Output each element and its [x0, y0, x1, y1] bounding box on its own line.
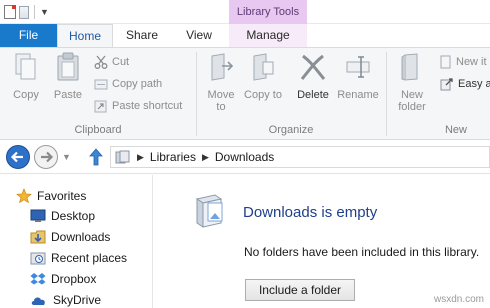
paste-label: Paste — [53, 89, 83, 101]
navigation-bar: ▼ ▶ Libraries ▶ Downloads — [0, 140, 490, 174]
tree-item-label: Dropbox — [51, 272, 97, 286]
move-to-icon — [211, 53, 234, 81]
copy-path-button[interactable]: Copy path — [94, 75, 162, 93]
organize-group-label: Organize — [268, 124, 314, 136]
recent-locations-chevron-icon[interactable]: ▼ — [62, 152, 71, 162]
paste-button[interactable]: Paste — [50, 52, 86, 101]
tree-item-recent-places[interactable]: Recent places — [30, 248, 127, 268]
navigation-pane: Favorites Desktop Downloads Recent place… — [0, 175, 152, 308]
address-bar[interactable]: ▶ Libraries ▶ Downloads — [110, 146, 490, 168]
cloud-icon — [31, 297, 45, 305]
customize-qat-dropdown-icon[interactable]: ▼ — [40, 7, 49, 17]
copy-to-icon — [253, 53, 274, 81]
scissors-icon — [94, 55, 108, 69]
new-group-label: New — [444, 124, 467, 136]
empty-library-description: No folders have been included in this li… — [244, 245, 480, 259]
dropbox-icon — [30, 273, 46, 285]
easy-access-button[interactable]: Easy ac — [440, 75, 490, 93]
ribbon-tabs: File Home Share View Manage — [0, 24, 490, 47]
cut-label: Cut — [112, 56, 130, 68]
rename-icon — [346, 56, 370, 78]
rename-label: Rename — [337, 89, 379, 101]
move-to-button[interactable]: Move to — [202, 52, 240, 113]
paste-icon — [57, 52, 79, 81]
tab-share[interactable]: Share — [113, 24, 171, 47]
tab-view[interactable]: View — [171, 24, 227, 47]
tree-item-label: Favorites — [37, 189, 87, 203]
delete-button[interactable]: Delete — [294, 52, 332, 101]
clipboard-group-label: Clipboard — [74, 124, 122, 136]
quick-access-toolbar: ▼ — [4, 4, 49, 20]
breadcrumb-libraries[interactable]: Libraries — [150, 150, 196, 164]
copy-path-label: Copy path — [112, 78, 163, 90]
title-bar: ▼ Library Tools — [0, 0, 490, 24]
breadcrumb-chevron-icon[interactable]: ▶ — [137, 152, 144, 163]
easy-access-label: Easy ac — [458, 78, 490, 90]
tab-file[interactable]: File — [0, 24, 57, 47]
recent-places-icon — [30, 252, 46, 265]
new-item-icon — [440, 55, 451, 69]
library-icon — [115, 150, 130, 164]
copy-path-icon — [94, 79, 108, 90]
properties-icon[interactable] — [4, 5, 16, 19]
tree-item-label: Desktop — [51, 209, 96, 223]
breadcrumb-downloads[interactable]: Downloads — [215, 150, 274, 164]
star-icon — [16, 188, 32, 204]
delete-label: Delete — [297, 89, 329, 101]
empty-library-title: Downloads is empty — [243, 204, 378, 221]
move-to-label: Move to — [207, 89, 235, 113]
cut-button[interactable]: Cut — [94, 53, 129, 71]
copy-to-label: Copy to — [244, 89, 282, 101]
delete-x-icon — [300, 54, 326, 80]
up-arrow-icon[interactable] — [88, 147, 104, 167]
rename-button[interactable]: Rename — [336, 52, 380, 101]
breadcrumb-chevron-icon[interactable]: ▶ — [202, 152, 209, 163]
tab-manage[interactable]: Manage — [229, 24, 307, 47]
copy-label: Copy — [13, 89, 39, 101]
copy-icon — [15, 53, 36, 80]
back-button[interactable] — [6, 145, 30, 169]
tree-item-skydrive[interactable]: SkyDrive — [30, 290, 101, 308]
paste-shortcut-button[interactable]: Paste shortcut — [94, 97, 182, 115]
tab-home[interactable]: Home — [57, 24, 113, 47]
tree-item-favorites[interactable]: Favorites — [16, 186, 86, 206]
new-folder-icon — [401, 53, 418, 81]
tree-item-dropbox[interactable]: Dropbox — [30, 269, 96, 289]
new-folder-label: New folder — [398, 89, 426, 113]
content-area: Downloads is empty No folders have been … — [153, 175, 490, 308]
ribbon: Copy Paste Cut Copy path Paste shortcut — [0, 47, 490, 140]
library-tools-header: Library Tools — [229, 0, 307, 24]
tree-item-desktop[interactable]: Desktop — [30, 206, 95, 226]
forward-button[interactable] — [34, 145, 58, 169]
forward-arrow-icon — [41, 151, 54, 163]
back-arrow-icon — [10, 151, 23, 163]
tree-item-label: SkyDrive — [53, 293, 102, 307]
desktop-icon — [30, 209, 46, 222]
watermark: wsxdn.com — [433, 294, 484, 305]
new-folder-icon[interactable] — [19, 5, 29, 19]
downloads-folder-icon — [30, 230, 46, 244]
paste-shortcut-label: Paste shortcut — [112, 100, 183, 112]
copy-to-button[interactable]: Copy to — [244, 52, 282, 101]
new-item-button[interactable]: New it — [440, 53, 487, 71]
paste-shortcut-icon — [94, 100, 107, 113]
tree-item-label: Downloads — [51, 230, 111, 244]
qat-separator — [34, 5, 35, 19]
new-item-label: New it — [456, 56, 487, 68]
include-folder-button[interactable]: Include a folder — [245, 279, 355, 301]
easy-access-icon — [440, 78, 453, 91]
tree-item-downloads[interactable]: Downloads — [30, 227, 110, 247]
new-folder-button[interactable]: New folder — [392, 52, 432, 113]
tree-item-label: Recent places — [51, 251, 128, 265]
library-illustration-icon — [195, 194, 223, 228]
copy-button[interactable]: Copy — [8, 52, 44, 101]
